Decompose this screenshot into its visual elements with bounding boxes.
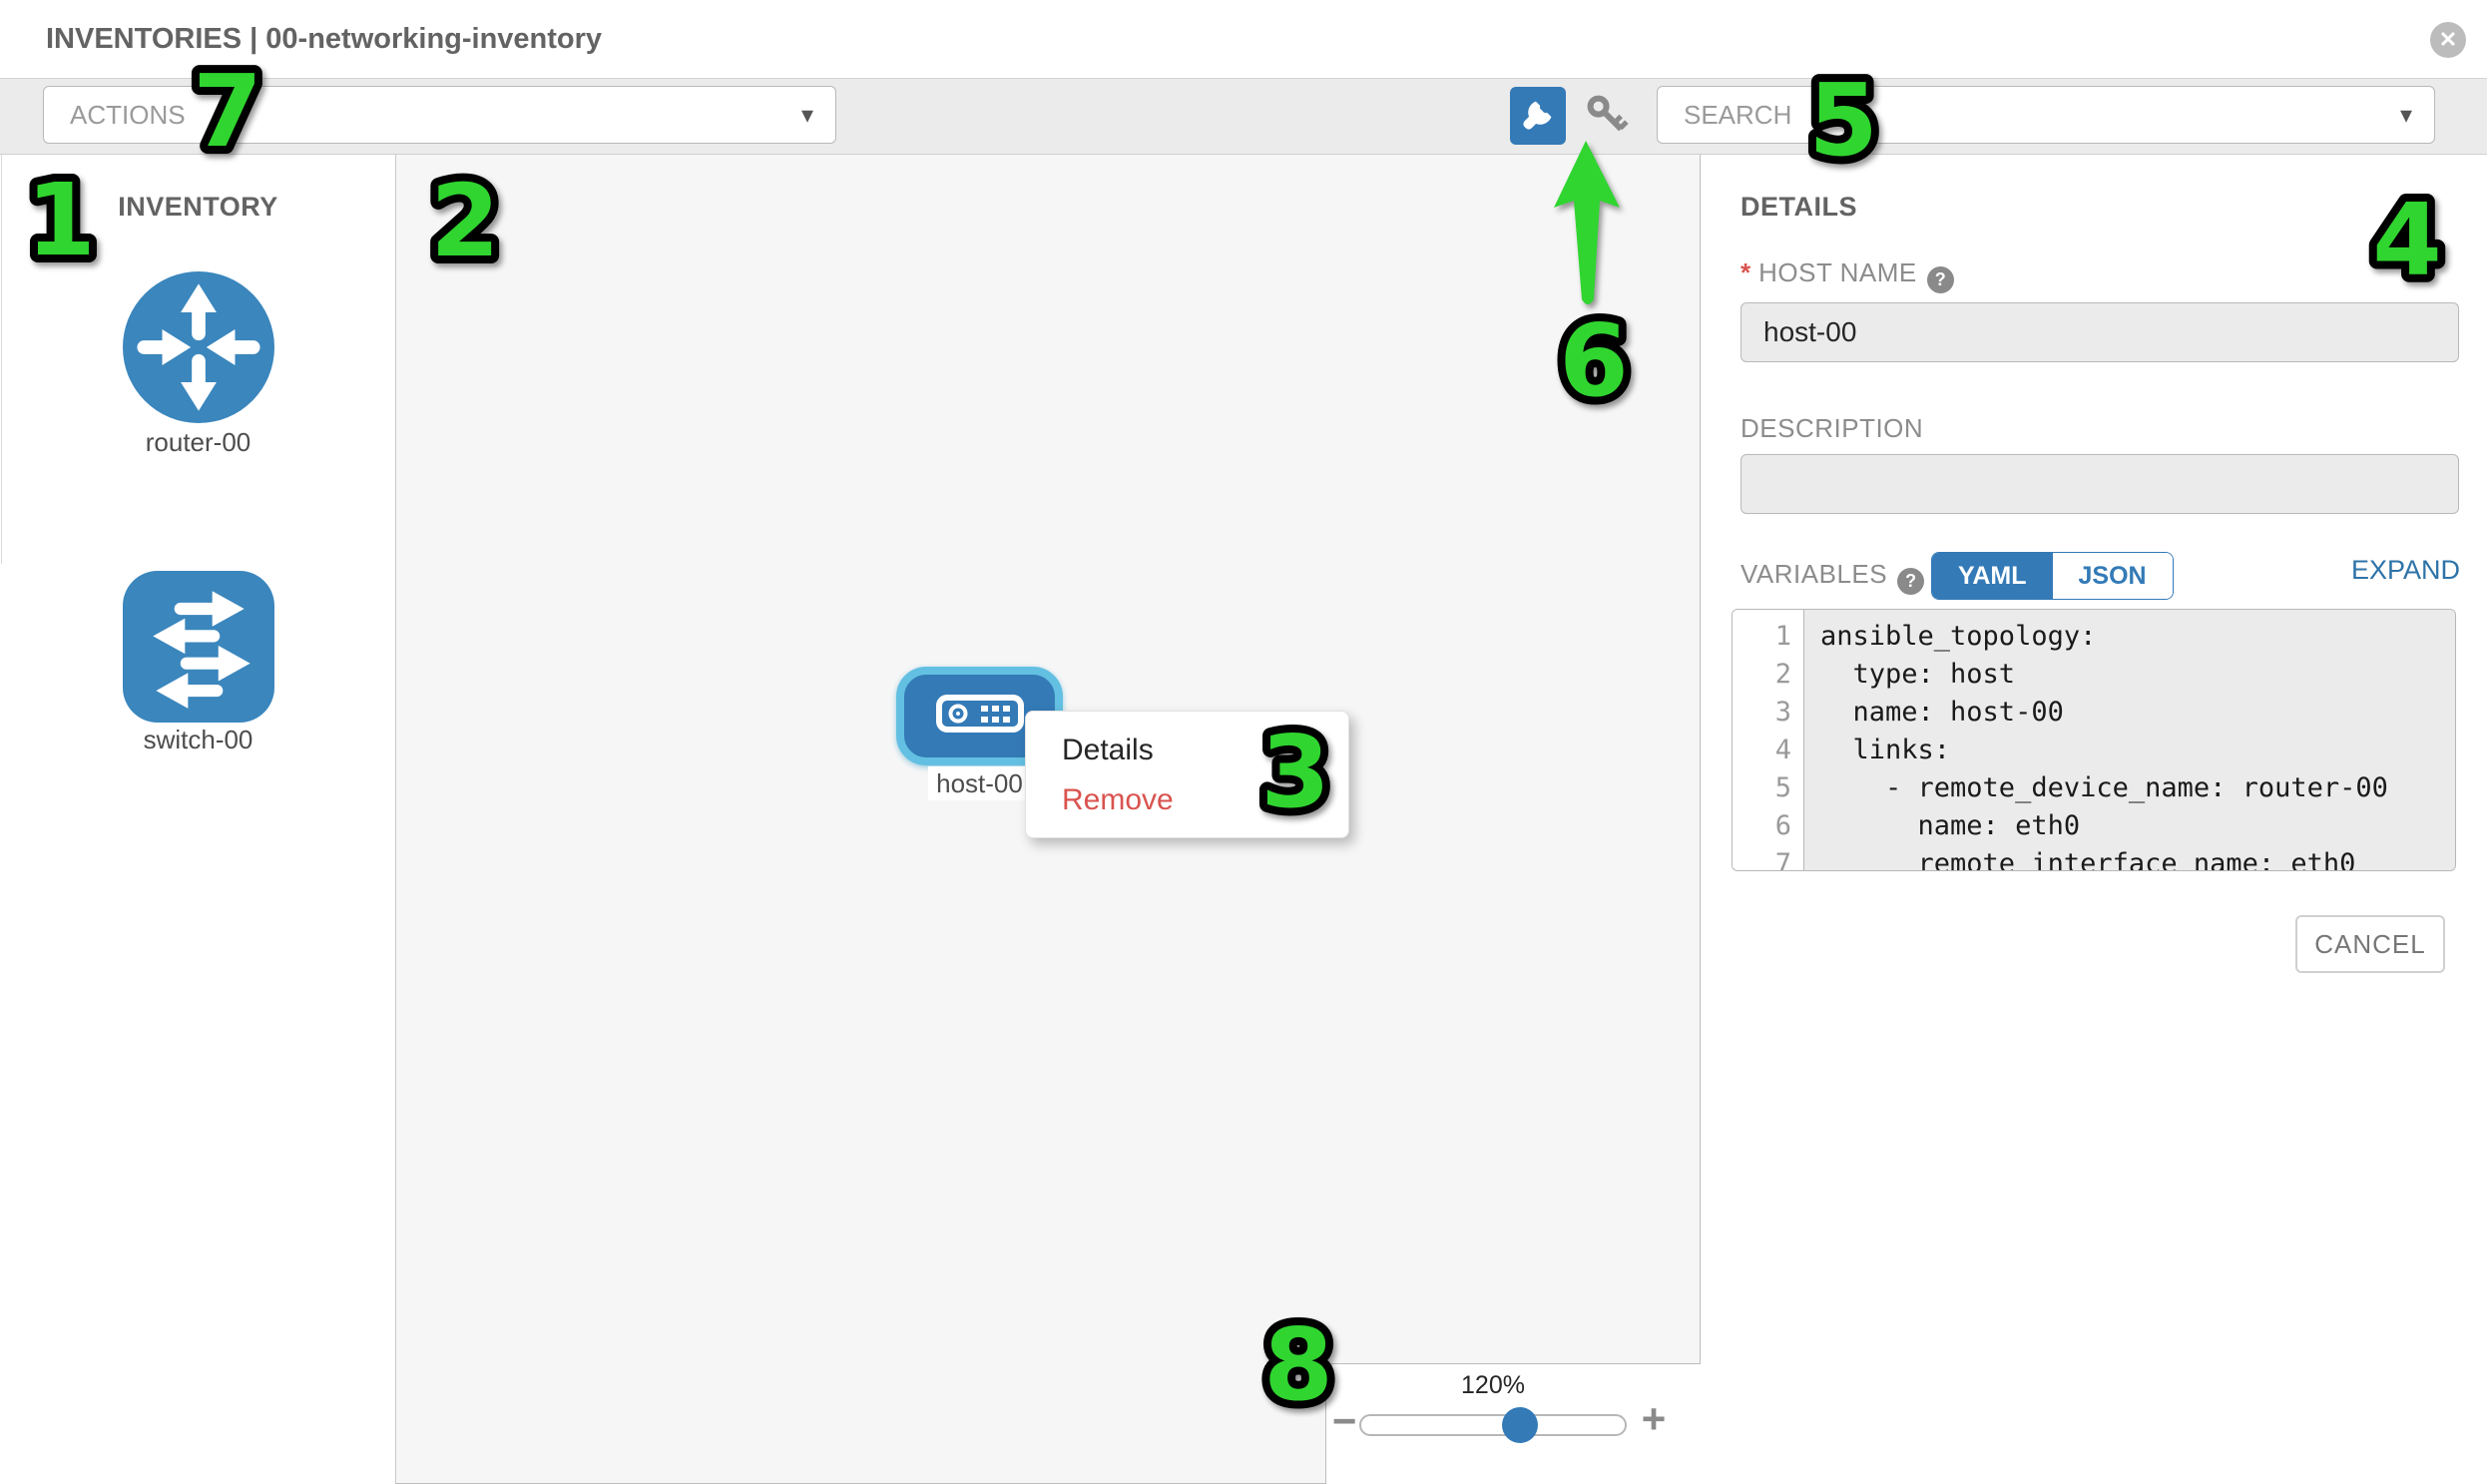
expand-link[interactable]: EXPAND <box>2285 555 2460 586</box>
code-content: ansible_topology: type: host name: host-… <box>1804 610 2455 870</box>
description-label: DESCRIPTION <box>1741 413 1923 444</box>
search-dropdown-label: SEARCH <box>1684 87 1791 143</box>
cancel-button[interactable]: CANCEL <box>2295 915 2445 973</box>
zoom-level-value: 120% <box>1359 1371 1627 1400</box>
code-line: links: <box>1820 732 2455 769</box>
inventory-topology-app: INVENTORIES | 00-networking-inventory ✕ … <box>0 0 2487 1484</box>
toggle-json-button[interactable]: JSON <box>2053 553 2173 599</box>
context-menu: Details Remove <box>1025 711 1349 838</box>
chevron-down-icon: ▾ <box>2400 87 2412 143</box>
tools-button[interactable] <box>1510 87 1566 145</box>
details-panel-title: DETAILS <box>1741 192 1857 223</box>
variables-format-toggle: YAML JSON <box>1931 552 2174 600</box>
key-icon <box>1585 94 1629 143</box>
variables-label-row: VARIABLES? <box>1741 559 1924 595</box>
search-dropdown[interactable]: SEARCH ▾ <box>1657 86 2435 144</box>
toggle-yaml-button[interactable]: YAML <box>1932 553 2053 599</box>
context-menu-item-remove[interactable]: Remove <box>1026 775 1348 825</box>
help-icon[interactable]: ? <box>1897 568 1924 595</box>
wrench-icon <box>1521 96 1555 137</box>
variables-label: VARIABLES <box>1741 559 1887 589</box>
variables-code-editor[interactable]: 1 2 3 4 5 6 7 ansible_topology: type: ho… <box>1732 609 2456 871</box>
title-bar: INVENTORIES | 00-networking-inventory ✕ <box>0 0 2487 78</box>
router-label: router-00 <box>0 427 396 458</box>
host-name-label-row: * HOST NAME? <box>1741 257 1954 293</box>
code-line: ansible_topology: <box>1820 618 2455 656</box>
host-icon <box>935 693 1025 740</box>
actions-dropdown-label: ACTIONS <box>70 87 186 143</box>
code-line: remote_interface_name: eth0 <box>1820 845 2455 871</box>
host-name-label: HOST NAME <box>1758 257 1917 287</box>
zoom-out-button[interactable]: − <box>1327 1397 1361 1445</box>
description-input[interactable] <box>1741 454 2459 514</box>
page-title: INVENTORIES | 00-networking-inventory <box>46 0 602 78</box>
code-line: - remote_device_name: router-00 <box>1820 769 2455 807</box>
code-line: name: eth0 <box>1820 807 2455 845</box>
code-line: name: host-00 <box>1820 694 2455 732</box>
chevron-down-icon: ▾ <box>801 87 813 143</box>
zoom-slider-track[interactable] <box>1359 1414 1627 1436</box>
context-menu-item-details[interactable]: Details <box>1026 726 1348 775</box>
close-icon[interactable]: ✕ <box>2430 22 2466 58</box>
switch-label: switch-00 <box>0 725 396 755</box>
code-line-numbers: 1 2 3 4 5 6 7 <box>1733 610 1804 870</box>
zoom-in-button[interactable]: + <box>1637 1395 1671 1443</box>
code-line: type: host <box>1820 656 2455 694</box>
credentials-button[interactable] <box>1583 94 1631 142</box>
sidebar-item-switch[interactable] <box>123 571 274 723</box>
host-name-input[interactable] <box>1741 302 2459 362</box>
router-icon <box>123 410 274 427</box>
help-icon[interactable]: ? <box>1927 266 1954 293</box>
required-asterisk: * <box>1741 257 1750 287</box>
zoom-slider-thumb[interactable] <box>1502 1407 1538 1443</box>
sidebar-item-router[interactable] <box>123 271 274 423</box>
inventory-heading: INVENTORY <box>0 192 396 223</box>
actions-dropdown[interactable]: ACTIONS ▾ <box>43 86 836 144</box>
